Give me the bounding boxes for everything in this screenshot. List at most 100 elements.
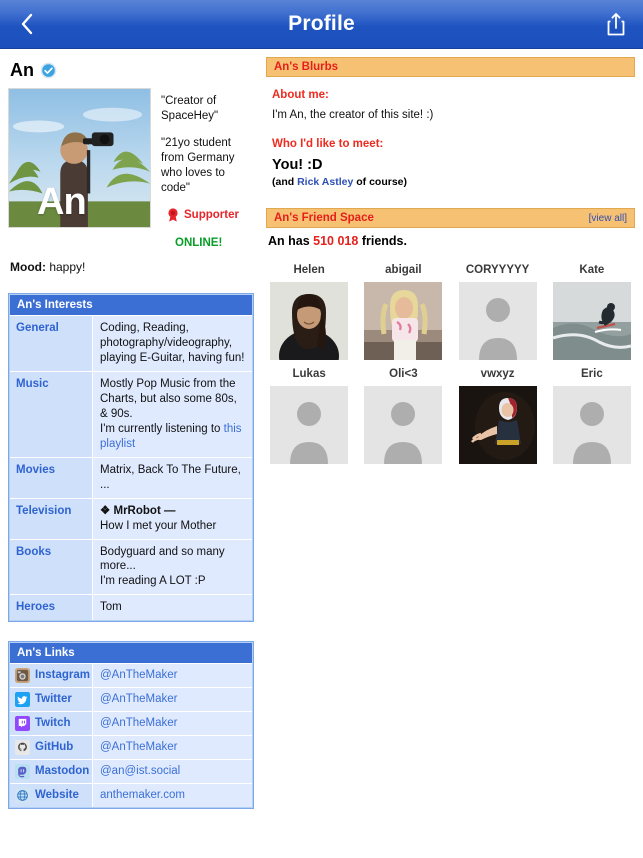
friend-name: Kate	[579, 263, 605, 276]
link-key-website: Website	[10, 784, 92, 808]
link-value-mastodon[interactable]: @an@ist.social	[92, 760, 252, 784]
interests-value-movies: Matrix, Back To The Future, ...	[92, 457, 252, 498]
person-placeholder-icon	[270, 385, 349, 464]
table-row: Music Mostly Pop Music from the Charts, …	[10, 371, 252, 457]
interests-key-general: General	[10, 316, 92, 372]
friend-avatar-placeholder[interactable]	[552, 385, 631, 464]
link-value-twitter[interactable]: @AnTheMaker	[92, 688, 252, 712]
profile-photo-label: An	[37, 181, 87, 223]
table-row[interactable]: Mastodon @an@ist.social	[10, 759, 252, 784]
supporter-badge: Supporter	[167, 208, 254, 223]
list-item[interactable]: Helen	[268, 264, 350, 360]
table-row: Movies Matrix, Back To The Future, ...	[10, 456, 252, 498]
chevron-left-icon	[21, 13, 33, 35]
list-item[interactable]: Eric	[551, 368, 633, 464]
friend-name: Oli<3	[389, 367, 418, 380]
person-placeholder-icon	[458, 281, 537, 360]
friend-name: Lukas	[292, 367, 326, 380]
friend-name: vwxyz	[480, 367, 515, 380]
blurbs-panel: An's Blurbs About me: I'm An, the creato…	[266, 57, 635, 188]
friend-avatar[interactable]	[552, 281, 631, 360]
list-item[interactable]: Kate	[551, 264, 633, 360]
right-column: An's Blurbs About me: I'm An, the creato…	[262, 49, 643, 809]
table-row: Books Bodyguard and so many more... I'm …	[10, 538, 252, 595]
friend-avatar-placeholder[interactable]	[270, 385, 349, 464]
profile-name: An	[10, 60, 34, 80]
website-globe-icon	[15, 788, 30, 804]
profile-top-block: An "Creator of SpaceHey" "21yo student f…	[8, 88, 254, 251]
friend-count: An has 510 018 friends.	[266, 228, 635, 258]
award-rosette-icon	[168, 208, 178, 222]
view-all-friends-link[interactable]: [view all]	[589, 213, 627, 224]
interests-key-heroes: Heroes	[10, 595, 92, 621]
tv-show-title: ❖ MrRobot —	[100, 504, 176, 517]
profile-page: An An "Creator of SpaceHey" "21yo studen…	[0, 49, 643, 810]
table-row[interactable]: Website anthemaker.com	[10, 783, 252, 808]
blurbs-title: An's Blurbs	[274, 61, 339, 73]
list-item[interactable]: vwxyz	[457, 368, 539, 464]
interests-table-header: An's Interests	[10, 295, 252, 316]
profile-side-info: "Creator of SpaceHey" "21yo student from…	[161, 88, 254, 251]
profile-quote-2: "21yo student from Germany who loves to …	[161, 136, 235, 195]
friend-photo-image	[552, 281, 631, 360]
friend-avatar[interactable]	[364, 281, 443, 360]
who-to-meet-sub: (and Rick Astley of course)	[272, 176, 629, 188]
friend-name: CORYYYYY	[465, 263, 530, 276]
music-listening-prefix: I'm currently listening to	[100, 422, 224, 435]
interests-value-books: Bodyguard and so many more... I'm readin…	[92, 539, 252, 595]
friend-avatar[interactable]	[270, 281, 349, 360]
profile-name-row: An	[8, 57, 254, 88]
table-row[interactable]: Twitter @AnTheMaker	[10, 687, 252, 712]
navbar: Profile	[0, 0, 643, 49]
meet-sub-prefix: (and	[272, 175, 298, 188]
link-label-website: Website	[35, 788, 79, 801]
interests-value-television: ❖ MrRobot — How I met your Mother	[92, 498, 252, 539]
link-label-twitter: Twitter	[35, 692, 72, 705]
mood-label: Mood:	[10, 260, 46, 275]
link-key-mastodon: Mastodon	[10, 760, 92, 784]
list-item[interactable]: CORYYYYY	[457, 264, 539, 360]
friends-grid: Helen abigail CORYYYYY Kate Lukas Oli<3 …	[266, 258, 635, 464]
friend-count-prefix: An has	[268, 233, 314, 248]
table-row[interactable]: Twitch @AnTheMaker	[10, 711, 252, 736]
who-to-meet-heading: Who I'd like to meet:	[272, 137, 384, 150]
friend-avatar-placeholder[interactable]	[458, 281, 537, 360]
link-value-website[interactable]: anthemaker.com	[92, 784, 252, 808]
table-row[interactable]: GitHub @AnTheMaker	[10, 735, 252, 760]
friend-avatar[interactable]	[458, 385, 537, 464]
friend-name: Helen	[293, 263, 325, 276]
list-item[interactable]: Lukas	[268, 368, 350, 464]
links-table: An's Links Instagram @AnTheMaker Twitter…	[8, 641, 254, 810]
blurbs-body: About me: I'm An, the creator of this si…	[266, 77, 635, 188]
table-row[interactable]: Instagram @AnTheMaker	[10, 663, 252, 688]
profile-photo[interactable]: An	[8, 88, 151, 228]
blurbs-panel-header: An's Blurbs	[266, 57, 635, 77]
friend-space-title: An's Friend Space	[274, 211, 374, 224]
mood-value: happy!	[49, 260, 86, 275]
friend-space-panel: An's Friend Space [view all] An has 510 …	[266, 207, 635, 464]
link-value-github[interactable]: @AnTheMaker	[92, 736, 252, 760]
list-item[interactable]: Oli<3	[362, 368, 444, 464]
link-value-instagram[interactable]: @AnTheMaker	[92, 664, 252, 688]
page-title: Profile	[288, 12, 355, 35]
meet-sub-suffix: of course)	[353, 175, 408, 188]
mastodon-icon	[15, 764, 30, 780]
rick-astley-link[interactable]: Rick Astley	[297, 176, 353, 188]
friend-photo-image	[364, 281, 443, 360]
table-row: Heroes Tom	[10, 594, 252, 621]
friend-count-number: 510 018	[313, 233, 359, 248]
books-text: Bodyguard and so many more...	[100, 545, 225, 573]
friend-avatar-placeholder[interactable]	[364, 385, 443, 464]
github-icon	[15, 740, 30, 756]
link-value-twitch[interactable]: @AnTheMaker	[92, 712, 252, 736]
interests-value-music: Mostly Pop Music from the Charts, but al…	[92, 372, 252, 457]
share-button[interactable]	[603, 9, 629, 39]
link-key-github: GitHub	[10, 736, 92, 760]
about-me-text: I'm An, the creator of this site! :)	[272, 109, 434, 121]
who-to-meet-main: You! :D	[272, 156, 323, 173]
interests-key-movies: Movies	[10, 457, 92, 498]
interests-table: An's Interests General Coding, Reading, …	[8, 293, 254, 623]
mood-line: Mood: happy!	[8, 251, 254, 274]
list-item[interactable]: abigail	[362, 264, 444, 360]
back-button[interactable]	[14, 9, 40, 39]
